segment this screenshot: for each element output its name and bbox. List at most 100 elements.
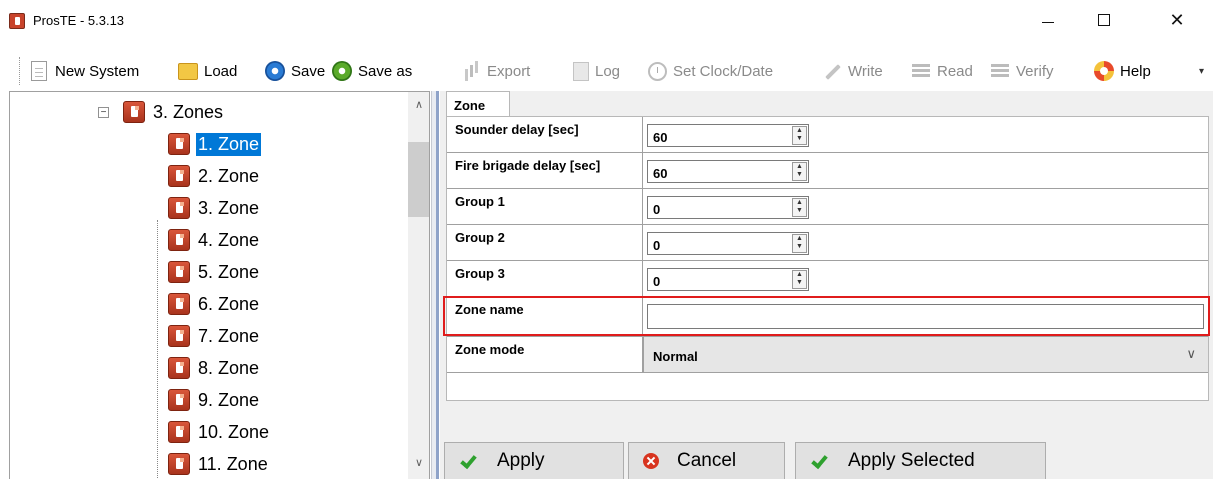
tree-item-zone-2[interactable]: 2. Zone <box>168 161 261 191</box>
save-as-label: Save as <box>358 62 413 80</box>
scroll-up-icon[interactable]: ∧ <box>408 98 429 116</box>
cancel-label: Cancel <box>677 450 737 471</box>
write-label: Write <box>848 62 883 80</box>
property-row-fire-brigade-delay: Fire brigade delay [sec] 60 ▲ ▼ <box>447 153 1208 189</box>
property-label: Zone mode <box>447 337 643 372</box>
verify-label: Verify <box>1016 62 1054 80</box>
new-system-label: New System <box>55 62 140 80</box>
spin-arrows-icon[interactable]: ▲ ▼ <box>792 162 807 181</box>
minimize-icon <box>1042 21 1054 23</box>
log-button[interactable]: Log <box>573 59 620 83</box>
group-2-stepper[interactable]: 0 ▲ ▼ <box>647 232 809 255</box>
tree-item-label: 6. Zone <box>198 293 260 314</box>
save-as-button[interactable]: Save as <box>332 59 412 83</box>
close-button[interactable]: ✕ <box>1154 0 1200 40</box>
maximize-button[interactable] <box>1081 0 1127 40</box>
clock-icon <box>648 61 667 81</box>
help-button[interactable]: Help <box>1094 59 1151 83</box>
tree-item-label: 4. Zone <box>198 229 260 250</box>
zone-icon <box>168 229 190 251</box>
check-icon <box>459 453 475 469</box>
zone-icon <box>168 261 190 283</box>
tree-item-zone-3[interactable]: 3. Zone <box>168 193 261 223</box>
title-bar: ProsTE - 5.3.13 ✕ <box>0 0 1213 40</box>
help-label: Help <box>1120 62 1151 80</box>
property-label: Group 1 <box>447 189 643 224</box>
apply-button[interactable]: Apply <box>444 442 624 479</box>
zone-icon <box>168 421 190 443</box>
stepper-value: 0 <box>653 202 661 217</box>
load-button[interactable]: Load <box>178 59 237 83</box>
apply-selected-button[interactable]: Apply Selected <box>795 442 1046 479</box>
collapse-icon[interactable]: − <box>98 107 109 118</box>
spin-arrows-icon[interactable]: ▲ ▼ <box>792 198 807 217</box>
new-system-button[interactable]: New System <box>31 59 139 83</box>
select-value: Normal <box>653 349 698 364</box>
property-label: Sounder delay [sec] <box>447 117 643 152</box>
tree-item-label: 1. Zone <box>196 132 262 156</box>
zone-icon <box>168 325 190 347</box>
tree-item-label: 10. Zone <box>198 421 270 442</box>
save-button[interactable]: Save <box>265 59 325 83</box>
property-row-sounder-delay: Sounder delay [sec] 60 ▲ ▼ <box>447 117 1208 153</box>
verify-button[interactable]: Verify <box>990 59 1054 83</box>
scroll-down-icon[interactable]: ∨ <box>408 456 429 474</box>
log-icon <box>573 61 589 81</box>
write-button[interactable]: Write <box>822 59 883 83</box>
pencil-icon <box>822 61 842 81</box>
tree-item-zone-11[interactable]: 11. Zone <box>168 449 270 479</box>
read-label: Read <box>937 62 973 80</box>
set-clock-label: Set Clock/Date <box>673 62 774 80</box>
property-label: Group 2 <box>447 225 643 260</box>
tree-item-zone-6[interactable]: 6. Zone <box>168 289 261 319</box>
read-button[interactable]: Read <box>911 59 973 83</box>
tree-item-zone-7[interactable]: 7. Zone <box>168 321 261 351</box>
main-toolbar: New System Load Save Save as Export Log … <box>0 54 1213 88</box>
toolbar-grip[interactable] <box>19 57 22 85</box>
zone-icon <box>168 197 190 219</box>
tree-item-zones[interactable]: 3. Zones <box>123 97 225 127</box>
tab-zone[interactable]: Zone <box>446 91 510 117</box>
close-icon: ✕ <box>1169 9 1185 30</box>
export-button[interactable]: Export <box>463 59 530 83</box>
tree-item-label: 8. Zone <box>198 357 260 378</box>
property-row-group-2: Group 2 0 ▲ ▼ <box>447 225 1208 261</box>
tree-scrollbar[interactable]: ∧ ∨ <box>408 92 429 479</box>
toolbar-overflow-icon[interactable]: ▾ <box>1199 66 1204 77</box>
export-label: Export <box>487 62 531 80</box>
tree-item-label: 11. Zone <box>198 453 268 474</box>
tree-item-zone-4[interactable]: 4. Zone <box>168 225 261 255</box>
zone-mode-select[interactable]: Normal ∨ <box>643 337 1208 372</box>
check-icon <box>810 453 826 469</box>
panel-splitter[interactable] <box>431 91 439 479</box>
folder-icon <box>178 62 198 80</box>
property-row-zone-mode: Zone mode Normal ∨ <box>447 337 1208 373</box>
zone-icon <box>168 293 190 315</box>
window-title: ProsTE - 5.3.13 <box>33 13 125 28</box>
zone-icon <box>168 389 190 411</box>
group-1-stepper[interactable]: 0 ▲ ▼ <box>647 196 809 219</box>
spin-arrows-icon[interactable]: ▲ ▼ <box>792 270 807 289</box>
property-row-group-3: Group 3 0 ▲ ▼ <box>447 261 1208 297</box>
fire-brigade-delay-stepper[interactable]: 60 ▲ ▼ <box>647 160 809 183</box>
spin-arrows-icon[interactable]: ▲ ▼ <box>792 126 807 145</box>
zone-name-highlight <box>443 296 1210 336</box>
property-label: Fire brigade delay [sec] <box>447 153 643 188</box>
minimize-button[interactable] <box>1025 0 1071 40</box>
tree-item-zone-5[interactable]: 5. Zone <box>168 257 261 287</box>
maximize-icon <box>1098 14 1110 26</box>
tree-item-zone-10[interactable]: 10. Zone <box>168 417 271 447</box>
spin-arrows-icon[interactable]: ▲ ▼ <box>792 234 807 253</box>
set-clock-button[interactable]: Set Clock/Date <box>648 59 773 83</box>
sounder-delay-stepper[interactable]: 60 ▲ ▼ <box>647 124 809 147</box>
group-3-stepper[interactable]: 0 ▲ ▼ <box>647 268 809 291</box>
tree-item-zone-8[interactable]: 8. Zone <box>168 353 261 383</box>
stepper-value: 60 <box>653 130 668 145</box>
app-icon <box>9 13 25 29</box>
verify-icon <box>990 61 1010 81</box>
tree-item-zone-1[interactable]: 1. Zone <box>168 129 262 159</box>
cancel-button[interactable]: Cancel <box>628 442 785 479</box>
apply-selected-label: Apply Selected <box>848 450 975 471</box>
tree-item-zone-9[interactable]: 9. Zone <box>168 385 261 415</box>
scroll-thumb[interactable] <box>408 142 429 217</box>
